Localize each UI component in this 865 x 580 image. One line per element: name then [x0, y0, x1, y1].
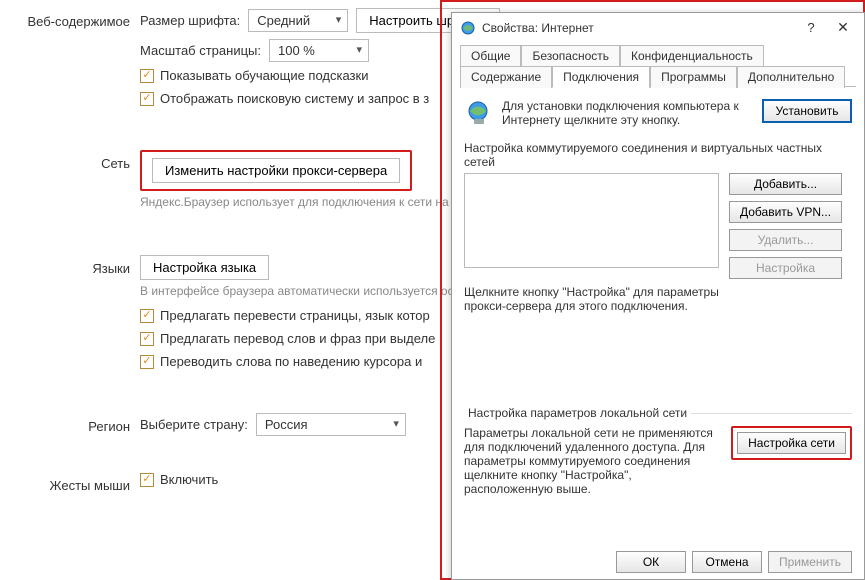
network-section-label: Сеть — [0, 150, 140, 171]
proxy-settings-highlight: Изменить настройки прокси-сервера — [140, 150, 412, 191]
language-settings-button[interactable]: Настройка языка — [140, 255, 269, 280]
dialog-apply-button: Применить — [768, 551, 852, 573]
mouse-enable-checkbox[interactable]: ✓ — [140, 473, 154, 487]
mouse-enable-label: Включить — [160, 472, 218, 487]
internet-properties-dialog: Свойства: Интернет ? ✕ Общие Безопасност… — [451, 12, 865, 580]
show-search-label: Отображать поисковую систему и запрос в … — [160, 91, 429, 106]
translate-hover-label: Переводить слова по наведению курсора и — [160, 354, 422, 369]
web-content-section-label: Веб-содержимое — [0, 8, 140, 29]
tab-programs[interactable]: Программы — [650, 66, 737, 88]
translate-hover-checkbox[interactable]: ✓ — [140, 355, 154, 369]
tab-content[interactable]: Содержание — [460, 66, 552, 88]
lan-settings-highlight: Настройка сети — [731, 426, 852, 460]
language-hint: В интерфейсе браузера автоматически испо… — [140, 284, 454, 298]
dialog-tabs: Общие Безопасность Конфиденциальность Со… — [452, 42, 864, 87]
install-connection-text: Для установки подключения компьютера к И… — [502, 99, 752, 127]
install-button[interactable]: Установить — [762, 99, 852, 123]
translate-pages-label: Предлагать перевести страницы, язык кото… — [160, 308, 430, 323]
connection-globe-icon — [464, 99, 492, 127]
lan-settings-button[interactable]: Настройка сети — [737, 432, 846, 454]
font-size-select[interactable]: Средний — [248, 9, 348, 32]
translate-words-checkbox[interactable]: ✓ — [140, 332, 154, 346]
proxy-settings-hint: Щелкните кнопку "Настройка" для параметр… — [464, 285, 724, 313]
page-zoom-select[interactable]: 100 % — [269, 39, 369, 62]
show-hints-checkbox[interactable]: ✓ — [140, 69, 154, 83]
tab-privacy[interactable]: Конфиденциальность — [620, 45, 764, 66]
delete-connection-button: Удалить... — [729, 229, 842, 251]
country-select[interactable]: Россия — [256, 413, 406, 436]
translate-pages-checkbox[interactable]: ✓ — [140, 309, 154, 323]
internet-options-icon — [460, 20, 476, 36]
font-size-label: Размер шрифта: — [140, 13, 240, 28]
proxy-settings-button[interactable]: Изменить настройки прокси-сервера — [152, 158, 400, 183]
tab-advanced[interactable]: Дополнительно — [737, 66, 845, 88]
languages-section-label: Языки — [0, 255, 140, 276]
show-hints-label: Показывать обучающие подсказки — [160, 68, 368, 83]
tab-general[interactable]: Общие — [460, 45, 521, 66]
dialup-group-label: Настройка коммутируемого соединения и ви… — [464, 141, 852, 169]
translate-words-label: Предлагать перевод слов и фраз при выдел… — [160, 331, 435, 346]
network-hint: Яндекс.Браузер использует для подключени… — [140, 195, 449, 209]
add-connection-button[interactable]: Добавить... — [729, 173, 842, 195]
connection-settings-button: Настройка — [729, 257, 842, 279]
dialog-close-button[interactable]: ✕ — [830, 19, 856, 36]
connections-listbox[interactable] — [464, 173, 719, 268]
lan-settings-text: Параметры локальной сети не применяются … — [464, 426, 721, 496]
dialog-ok-button[interactable]: ОК — [616, 551, 686, 573]
dialog-cancel-button[interactable]: Отмена — [692, 551, 762, 573]
region-section-label: Регион — [0, 413, 140, 434]
lan-group-label: Настройка параметров локальной сети — [464, 406, 691, 420]
page-zoom-label: Масштаб страницы: — [140, 43, 261, 58]
dialog-title: Свойства: Интернет — [482, 21, 594, 35]
country-label: Выберите страну: — [140, 417, 248, 432]
dialog-help-button[interactable]: ? — [798, 20, 824, 35]
mouse-gestures-section-label: Жесты мыши — [0, 472, 140, 493]
tab-security[interactable]: Безопасность — [521, 45, 620, 66]
show-search-checkbox[interactable]: ✓ — [140, 92, 154, 106]
tab-connections[interactable]: Подключения — [552, 66, 650, 88]
add-vpn-button[interactable]: Добавить VPN... — [729, 201, 842, 223]
